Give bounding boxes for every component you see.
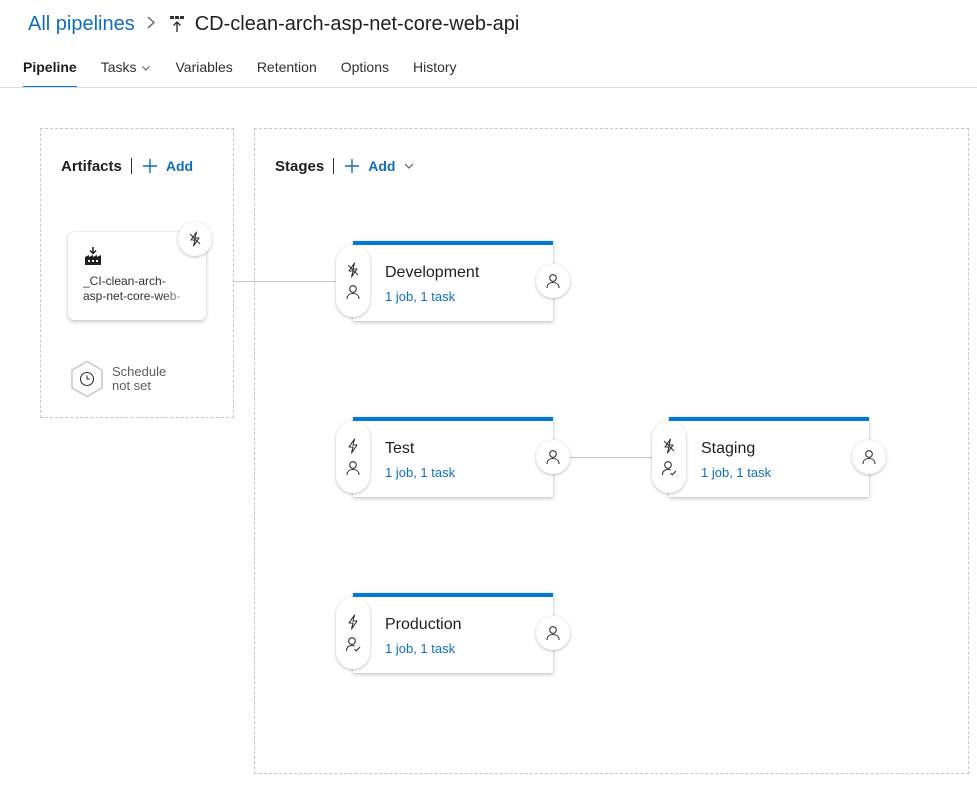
pre-approvals-button[interactable] — [345, 284, 361, 300]
pre-deployment-conditions — [336, 597, 370, 669]
artifact-name-line: _CI-clean-arch- — [83, 274, 166, 288]
person-icon — [862, 450, 876, 465]
add-label: Add — [165, 158, 194, 174]
lightning-icon — [348, 438, 358, 454]
schedule-trigger[interactable]: Schedule not set — [70, 360, 166, 398]
plus-icon — [345, 159, 360, 173]
person-icon — [546, 626, 560, 641]
pre-deployment-conditions — [652, 421, 686, 493]
clock-icon — [71, 360, 103, 398]
person-icon — [546, 274, 560, 289]
stages-title: Stages — [275, 157, 325, 175]
tab-label: Variables — [175, 59, 233, 75]
header-separator — [333, 158, 335, 174]
stage-card-test[interactable]: Test 1 job, 1 task — [353, 417, 553, 497]
person-check-icon — [661, 461, 677, 476]
lightning-icon — [348, 614, 358, 630]
stage-job-summary[interactable]: 1 job, 1 task — [385, 641, 455, 656]
connector-artifact-development — [234, 281, 338, 282]
pre-approvals-button[interactable] — [345, 636, 361, 652]
trigger-button[interactable] — [661, 438, 677, 454]
tab-retention[interactable]: Retention — [257, 52, 317, 88]
add-label: Add — [368, 158, 396, 174]
tab-label: Options — [340, 59, 389, 75]
stage-job-summary[interactable]: 1 job, 1 task — [701, 465, 771, 480]
schedule-line: not set — [112, 378, 152, 393]
add-stage-button[interactable]: Add — [344, 158, 423, 174]
schedule-line: Schedule — [112, 364, 167, 379]
chevron-down-icon — [404, 163, 414, 169]
lightning-icon — [663, 438, 675, 454]
plus-icon — [142, 159, 157, 173]
trigger-button[interactable] — [345, 438, 361, 454]
release-pipeline-icon — [169, 15, 185, 33]
person-check-icon — [345, 637, 361, 652]
stage-name: Test — [385, 440, 415, 457]
stage-job-summary[interactable]: 1 job, 1 task — [385, 465, 455, 480]
post-deployment-conditions-button[interactable] — [536, 264, 570, 298]
post-deployment-conditions-button[interactable] — [536, 616, 570, 650]
tab-tasks[interactable]: Tasks — [101, 52, 152, 88]
artifacts-title: Artifacts — [61, 157, 122, 175]
trigger-button[interactable] — [345, 614, 361, 630]
schedule-text: Schedule not set — [112, 365, 166, 393]
stage-card-production[interactable]: Production 1 job, 1 task — [353, 593, 553, 673]
person-icon — [546, 450, 560, 465]
stages-header: Stages Add — [275, 154, 423, 178]
tab-bar: Pipeline Tasks Variables Retention Optio… — [23, 52, 481, 88]
artifacts-header: Artifacts Add — [61, 154, 193, 178]
tab-divider — [0, 87, 977, 88]
lightning-icon — [347, 262, 359, 278]
page-title: CD-clean-arch-asp-net-core-web-api — [194, 12, 520, 35]
build-artifact-icon — [85, 247, 101, 265]
stage-job-summary[interactable]: 1 job, 1 task — [385, 289, 455, 304]
chevron-down-icon — [142, 66, 151, 71]
pre-approvals-button[interactable] — [661, 460, 677, 476]
stage-name: Staging — [701, 440, 756, 457]
person-icon — [346, 285, 360, 300]
chevron-right-icon — [147, 16, 155, 32]
artifact-name-line: asp-net-core-web- — [83, 289, 181, 303]
tab-label: Pipeline — [23, 59, 77, 75]
tab-label: Retention — [256, 59, 317, 75]
stage-card-development[interactable]: Development 1 job, 1 task — [353, 241, 553, 321]
pre-deployment-conditions — [336, 245, 370, 317]
stage-name: Production — [385, 616, 462, 633]
breadcrumb: All pipelines CD-clean-arch-asp-net-core… — [28, 10, 519, 38]
tab-label: History — [413, 59, 457, 75]
artifact-name[interactable]: _CI-clean-arch- asp-net-core-web- — [83, 274, 195, 304]
tab-pipeline[interactable]: Pipeline — [23, 52, 77, 88]
all-pipelines-link[interactable]: All pipelines — [28, 13, 135, 36]
stage-name: Development — [385, 264, 480, 281]
pre-approvals-button[interactable] — [345, 460, 361, 476]
tab-history[interactable]: History — [413, 52, 457, 88]
continuous-deployment-trigger-button[interactable] — [178, 222, 212, 256]
tab-variables[interactable]: Variables — [175, 52, 232, 88]
pre-deployment-conditions — [336, 421, 370, 493]
stage-card-staging[interactable]: Staging 1 job, 1 task — [669, 417, 869, 497]
tab-label: Tasks — [100, 59, 137, 75]
person-icon — [346, 461, 360, 476]
header-separator — [130, 158, 132, 174]
tab-options[interactable]: Options — [341, 52, 389, 88]
post-deployment-conditions-button[interactable] — [852, 440, 886, 474]
add-artifact-button[interactable]: Add — [142, 158, 193, 174]
connector-test-staging — [569, 457, 655, 458]
trigger-button[interactable] — [345, 262, 361, 278]
post-deployment-conditions-button[interactable] — [536, 440, 570, 474]
lightning-icon — [189, 231, 201, 247]
